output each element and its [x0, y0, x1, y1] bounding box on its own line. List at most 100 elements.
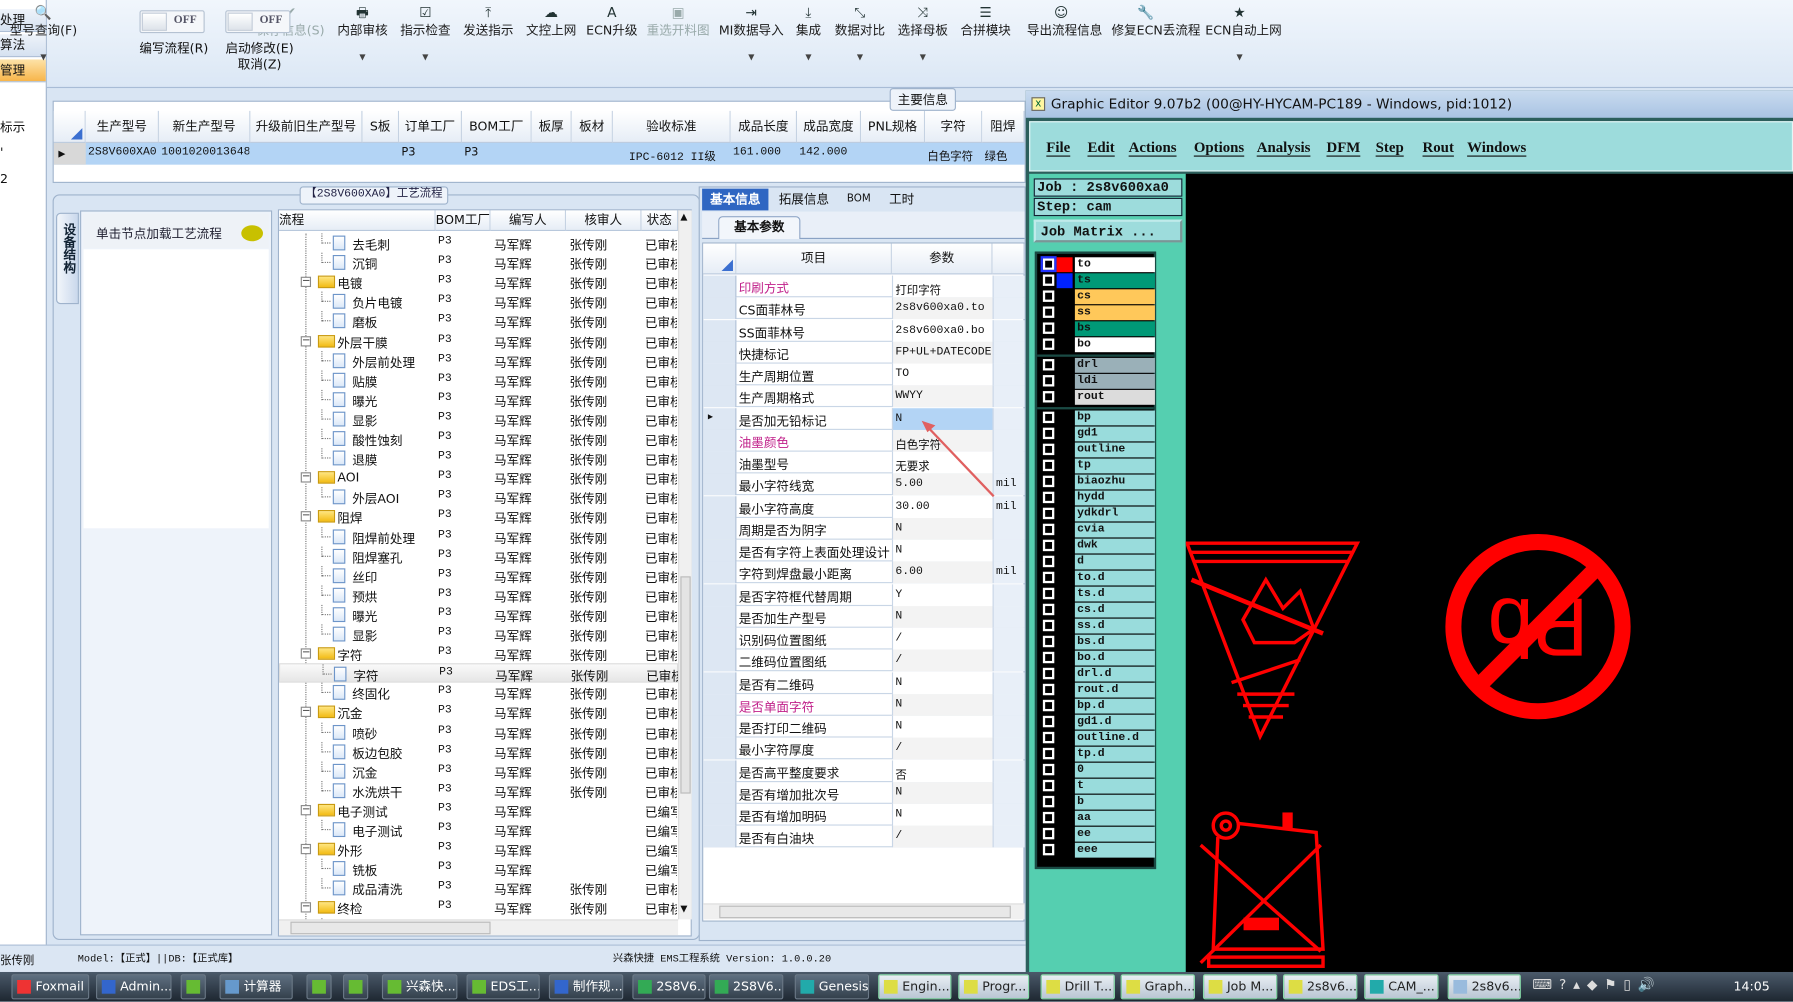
horizontal-scrollbar[interactable] [279, 919, 679, 936]
layer-checkbox[interactable] [1042, 322, 1055, 334]
collapse-icon[interactable]: − [300, 511, 312, 522]
layer-name[interactable]: rout [1074, 389, 1155, 405]
layer-row[interactable]: biaozhu [1041, 474, 1155, 490]
layer-name[interactable]: drl [1074, 357, 1155, 373]
taskbar-button[interactable]: Genesis [794, 974, 870, 1000]
layer-checkbox[interactable] [1042, 811, 1055, 824]
layer-name[interactable]: to [1074, 257, 1155, 273]
layer-name[interactable]: tp [1074, 458, 1155, 474]
ribbon-button-10[interactable]: ⤡ 数据对比 ▼ [826, 5, 895, 62]
layer-row[interactable]: ss [1041, 305, 1155, 321]
chevron-down-icon[interactable]: ▼ [888, 53, 957, 62]
column-header[interactable]: 生产型号 [85, 110, 159, 143]
nav-item-management[interactable]: 管理 [0, 59, 46, 83]
taskbar-button[interactable]: Foxmail [11, 974, 90, 1000]
ribbon-button-7[interactable]: ▣ 重选开料图 [644, 5, 713, 39]
scroll-down-icon[interactable]: ▼ [680, 903, 687, 913]
taskbar-button[interactable] [180, 974, 206, 1000]
layer-name[interactable]: bp.d [1074, 698, 1155, 714]
layer-row[interactable]: ldi [1041, 373, 1155, 389]
menu-dfm[interactable]: DFM [1326, 138, 1360, 156]
layer-row[interactable]: hydd [1041, 490, 1155, 506]
layer-row[interactable]: d [1041, 554, 1155, 570]
layer-row[interactable]: outline.d [1041, 730, 1155, 746]
tree-row[interactable]: 成品清洗 P3 马军辉 张传刚 已审核 [279, 878, 678, 898]
layer-checkbox[interactable] [1042, 555, 1055, 568]
collapse-icon[interactable]: − [300, 843, 312, 855]
toggle-switch[interactable]: OFF [225, 10, 291, 34]
layer-name[interactable]: t [1074, 778, 1155, 794]
layer-row[interactable]: drl.d [1041, 666, 1155, 682]
layer-row[interactable]: rout.d [1041, 682, 1155, 698]
collapse-icon[interactable]: − [300, 276, 312, 288]
layer-name[interactable]: drl.d [1074, 666, 1155, 682]
layer-checkbox[interactable] [1042, 359, 1055, 371]
layer-checkbox[interactable] [1042, 587, 1055, 600]
layer-name[interactable]: bs [1074, 321, 1155, 337]
column-header[interactable]: S板 [362, 110, 400, 143]
layer-name[interactable]: 0 [1074, 762, 1155, 778]
layer-name[interactable]: cs.d [1074, 602, 1155, 618]
taskbar-button[interactable]: 制作规... [548, 974, 624, 1000]
tree-row[interactable]: − AOI P3 马军辉 张传刚 已审核 [279, 468, 678, 487]
cancel-label[interactable]: 取消(Z) [216, 55, 303, 73]
layer-name[interactable]: ts [1074, 273, 1155, 289]
layer-row[interactable]: bo.d [1041, 650, 1155, 666]
column-header[interactable]: 新生产型号 [158, 110, 251, 143]
layer-row[interactable]: bp.d [1041, 698, 1155, 714]
tree-row[interactable]: 字符P3马军辉张传刚已审核 [279, 663, 679, 684]
layer-checkbox[interactable] [1042, 779, 1055, 792]
layer-row[interactable]: ss.d [1041, 618, 1155, 634]
layer-name[interactable]: gd1 [1074, 426, 1155, 442]
nav-text[interactable]: ' [0, 145, 46, 160]
taskbar-button[interactable]: 2S8V6... [708, 974, 784, 1000]
layer-name[interactable]: biaozhu [1074, 474, 1155, 490]
table-row[interactable]: 2S8V600XA0 10010200136480 P3 P3 IPC-6012 II级… [53, 142, 1025, 165]
layer-row[interactable]: to [1040, 256, 1155, 273]
column-header[interactable]: 字符 [925, 110, 983, 143]
system-tray[interactable]: ⌨?▴◆⚑▯🔊 [1532, 977, 1715, 998]
layer-name[interactable]: bo [1074, 337, 1155, 353]
tree-row[interactable]: 水洗烘干 P3 马军辉 张传刚 已审核 [279, 780, 678, 800]
layer-name[interactable]: outline.d [1074, 730, 1155, 746]
tree-row[interactable]: 曝光 P3 马军辉 张传刚 已审核 [279, 389, 678, 409]
nav-text[interactable]: 2 [0, 172, 46, 187]
layer-row[interactable]: bs.d [1041, 634, 1155, 650]
tree-row[interactable]: 磨板 P3 马军辉 张传刚 已审核 [279, 311, 678, 331]
layer-checkbox[interactable] [1042, 571, 1055, 584]
layer-row[interactable]: to.d [1041, 570, 1155, 586]
layer-checkbox[interactable] [1042, 306, 1055, 318]
collapse-icon[interactable]: − [300, 707, 312, 718]
tree-row[interactable]: 阻焊塞孔 P3 马军辉 张传刚 已审核 [279, 546, 678, 566]
tree-row[interactable]: 退膜 P3 马军辉 张传刚 已审核 [279, 448, 678, 468]
layer-checkbox[interactable] [1042, 667, 1055, 680]
layer-checkbox[interactable] [1042, 391, 1055, 403]
layer-checkbox[interactable] [1042, 843, 1055, 856]
layer-name[interactable]: ee [1074, 826, 1155, 842]
layer-checkbox[interactable] [1042, 491, 1055, 504]
taskbar-button[interactable]: Graph... [1120, 974, 1195, 1000]
tree-row[interactable]: 酸性蚀刻 P3 马军辉 张传刚 已审核 [279, 428, 678, 448]
layer-name[interactable]: bp [1074, 410, 1155, 426]
scroll-up-icon[interactable]: ▲ [680, 212, 687, 222]
taskbar-button[interactable]: 2S8V6... [632, 974, 706, 1000]
layer-name[interactable]: ss.d [1074, 618, 1155, 634]
chevron-down-icon[interactable]: ▼ [9, 53, 78, 62]
tree-row[interactable]: − 外形 P3 马军辉 已编写 [279, 839, 678, 859]
job-matrix-button[interactable]: Job Matrix ... [1033, 219, 1183, 243]
layer-row[interactable]: tp.d [1041, 746, 1155, 762]
layer-name[interactable]: d [1074, 554, 1155, 570]
tree-row[interactable]: − 沉金 P3 马军辉 张传刚 已审核 [279, 703, 678, 722]
layer-name[interactable]: ydkdrl [1074, 506, 1155, 522]
layer-row[interactable]: ts.d [1041, 586, 1155, 602]
ribbon-button-2[interactable]: 🖶 内部审核 ▼ [328, 5, 397, 62]
ribbon-button-13[interactable]: ☺ 导出流程信息 [1027, 5, 1102, 39]
layer-row[interactable]: outline [1041, 442, 1155, 458]
tree-row[interactable]: − 电子测试 P3 马军辉 已编写 [279, 800, 678, 820]
ribbon-button-11[interactable]: ⤨ 选择母板 ▼ [888, 5, 957, 62]
layer-row[interactable]: bs [1041, 321, 1155, 337]
column-header[interactable]: BOM工厂 [461, 110, 532, 143]
column-header[interactable]: 板厚 [531, 110, 572, 143]
layer-row[interactable]: bp [1041, 410, 1155, 426]
layer-checkbox[interactable] [1042, 603, 1055, 616]
